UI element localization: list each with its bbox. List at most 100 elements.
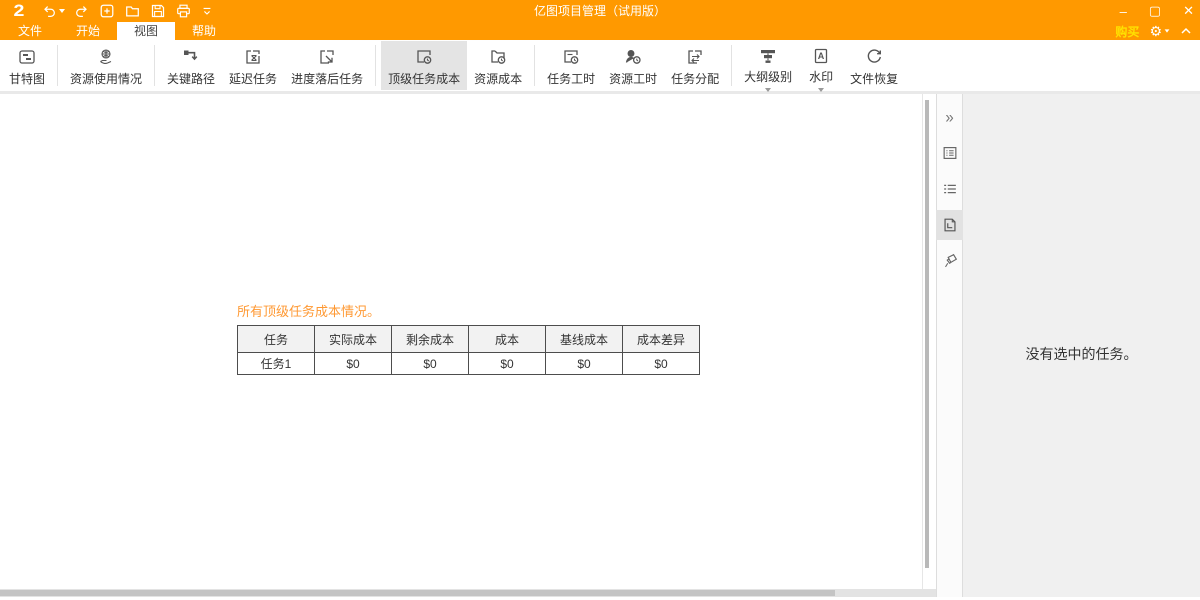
dropdown-arrow-icon (765, 88, 771, 92)
ribbon-button-label: 甘特图 (9, 70, 45, 87)
gear-dropdown-icon (1165, 29, 1170, 32)
horizontal-scrollbar-thumb[interactable] (0, 590, 835, 596)
tab-home[interactable]: 开始 (59, 22, 117, 40)
ribbon-separator (154, 45, 155, 86)
table-header-row: 任务 实际成本 剩余成本 成本 基线成本 成本差异 (238, 326, 700, 353)
ribbon-button-label: 任务工时 (547, 70, 595, 87)
main-area: 所有顶级任务成本情况。 任务 实际成本 剩余成本 成本 基线成本 成本差异 任务… (0, 94, 1200, 597)
ribbon-button-resource-usage[interactable]: 资源使用情况 (63, 41, 149, 90)
maximize-button[interactable]: ▢ (1149, 3, 1161, 19)
ribbon-button-label: 延迟任务 (229, 70, 277, 87)
cost-table: 任务 实际成本 剩余成本 成本 基线成本 成本差异 任务1 $0 $0 $0 $… (237, 325, 700, 375)
task-properties-panel-button[interactable] (936, 138, 963, 168)
ribbon-button-file-recovery[interactable]: 文件恢复 (843, 41, 905, 90)
table-header-cell: 剩余成本 (392, 326, 469, 353)
ribbon-separator (731, 45, 732, 86)
open-file-button[interactable] (124, 3, 141, 19)
undo-icon (41, 3, 57, 19)
outline-level-icon (758, 46, 778, 66)
vertical-scrollbar-thumb[interactable] (925, 100, 929, 568)
tab-file[interactable]: 文件 (1, 22, 59, 40)
ribbon-button-label: 水印 (809, 68, 833, 85)
task-list-panel-button[interactable] (936, 174, 963, 204)
ribbon-button-label: 顶级任务成本 (388, 70, 460, 87)
tab-view[interactable]: 视图 (117, 22, 175, 40)
properties-form-icon (941, 144, 959, 162)
ribbon-button-label: 资源成本 (474, 70, 522, 87)
save-button[interactable] (150, 3, 166, 19)
chevron-up-icon (1180, 26, 1192, 36)
file-recovery-icon (864, 46, 884, 68)
ribbon-tab-row: 文件 开始 视图 帮助 购买 ⚙ (0, 22, 1200, 40)
critical-path-icon (181, 46, 201, 68)
report-panel-button[interactable] (936, 210, 963, 240)
ribbon-button-label: 资源工时 (609, 70, 657, 87)
delayed-tasks-icon (243, 46, 263, 68)
ribbon-button-resource-hours[interactable]: 资源工时 (602, 41, 664, 90)
ribbon-separator (57, 45, 58, 86)
resource-cost-icon (488, 46, 508, 68)
buy-button[interactable]: 购买 (1115, 23, 1139, 40)
side-panel-icon-strip: » (936, 94, 963, 597)
table-cell: $0 (546, 353, 623, 375)
table-header-cell: 任务 (238, 326, 315, 353)
ribbon-button-top-task-cost[interactable]: 顶级任务成本 (381, 41, 467, 90)
redo-icon (74, 3, 90, 19)
table-row: 任务1 $0 $0 $0 $0 $0 (238, 353, 700, 375)
ribbon-button-label: 进度落后任务 (291, 70, 363, 87)
ribbon-button-delayed-tasks[interactable]: 延迟任务 (222, 41, 284, 90)
behind-schedule-icon (317, 46, 337, 68)
ribbon-button-gantt-chart[interactable]: 甘特图 (2, 41, 52, 90)
resource-usage-icon (96, 46, 116, 68)
gear-icon: ⚙ (1149, 23, 1162, 40)
ribbon-button-label: 资源使用情况 (70, 70, 142, 87)
ribbon-button-critical-path[interactable]: 关键路径 (160, 41, 222, 90)
redo-button[interactable] (74, 3, 90, 19)
quick-access-toolbar: 2 (0, 1, 213, 21)
undo-button[interactable] (41, 3, 65, 19)
undo-dropdown-icon[interactable] (59, 9, 65, 13)
format-painter-panel-button[interactable] (936, 246, 963, 276)
gantt-chart-icon (17, 46, 37, 68)
table-cell: $0 (623, 353, 700, 375)
document-canvas[interactable]: 所有顶级任务成本情况。 任务 实际成本 剩余成本 成本 基线成本 成本差异 任务… (0, 94, 936, 597)
table-cell: $0 (469, 353, 546, 375)
tab-help[interactable]: 帮助 (175, 22, 233, 40)
table-cell: $0 (392, 353, 469, 375)
list-icon (941, 180, 959, 198)
ribbon-button-label: 任务分配 (671, 70, 719, 87)
print-button[interactable] (175, 3, 192, 19)
task-info-panel: 没有选中的任务。 (963, 94, 1200, 597)
settings-button[interactable]: ⚙ (1149, 23, 1170, 40)
dropdown-arrow-icon (818, 88, 824, 92)
vertical-scrollbar[interactable] (923, 94, 931, 589)
ribbon-button-resource-cost[interactable]: 资源成本 (467, 41, 529, 90)
app-logo-icon: 2 (4, 1, 34, 21)
minimize-button[interactable]: – (1120, 4, 1127, 19)
ribbon-button-behind-schedule-tasks[interactable]: 进度落后任务 (284, 41, 370, 90)
ribbon-button-label: 大纲级别 (744, 68, 792, 85)
table-cell: 任务1 (238, 353, 315, 375)
ribbon-separator (534, 45, 535, 86)
ribbon-button-task-hours[interactable]: 任务工时 (540, 41, 602, 90)
customize-toolbar-button[interactable] (201, 4, 213, 18)
print-icon (175, 3, 192, 19)
task-hours-icon (561, 46, 581, 68)
horizontal-scrollbar[interactable] (0, 589, 936, 597)
watermark-icon: A (811, 46, 831, 66)
stamp-icon (941, 252, 959, 270)
ribbon-button-task-assignment[interactable]: 任务分配 (664, 41, 726, 90)
report-page-icon (941, 216, 959, 234)
ribbon-button-outline-level[interactable]: 大纲级别 (737, 41, 799, 90)
table-header-cell: 成本差异 (623, 326, 700, 353)
double-chevron-right-icon: » (945, 108, 953, 127)
resource-hours-icon (623, 46, 643, 68)
table-header-cell: 成本 (469, 326, 546, 353)
collapse-ribbon-button[interactable] (1180, 26, 1192, 36)
ribbon-button-watermark[interactable]: A 水印 (799, 41, 843, 90)
save-icon (150, 3, 166, 19)
collapse-panel-button[interactable]: » (936, 102, 963, 132)
open-folder-icon (124, 3, 141, 19)
close-button[interactable]: ✕ (1183, 3, 1194, 19)
new-document-button[interactable] (99, 3, 115, 19)
